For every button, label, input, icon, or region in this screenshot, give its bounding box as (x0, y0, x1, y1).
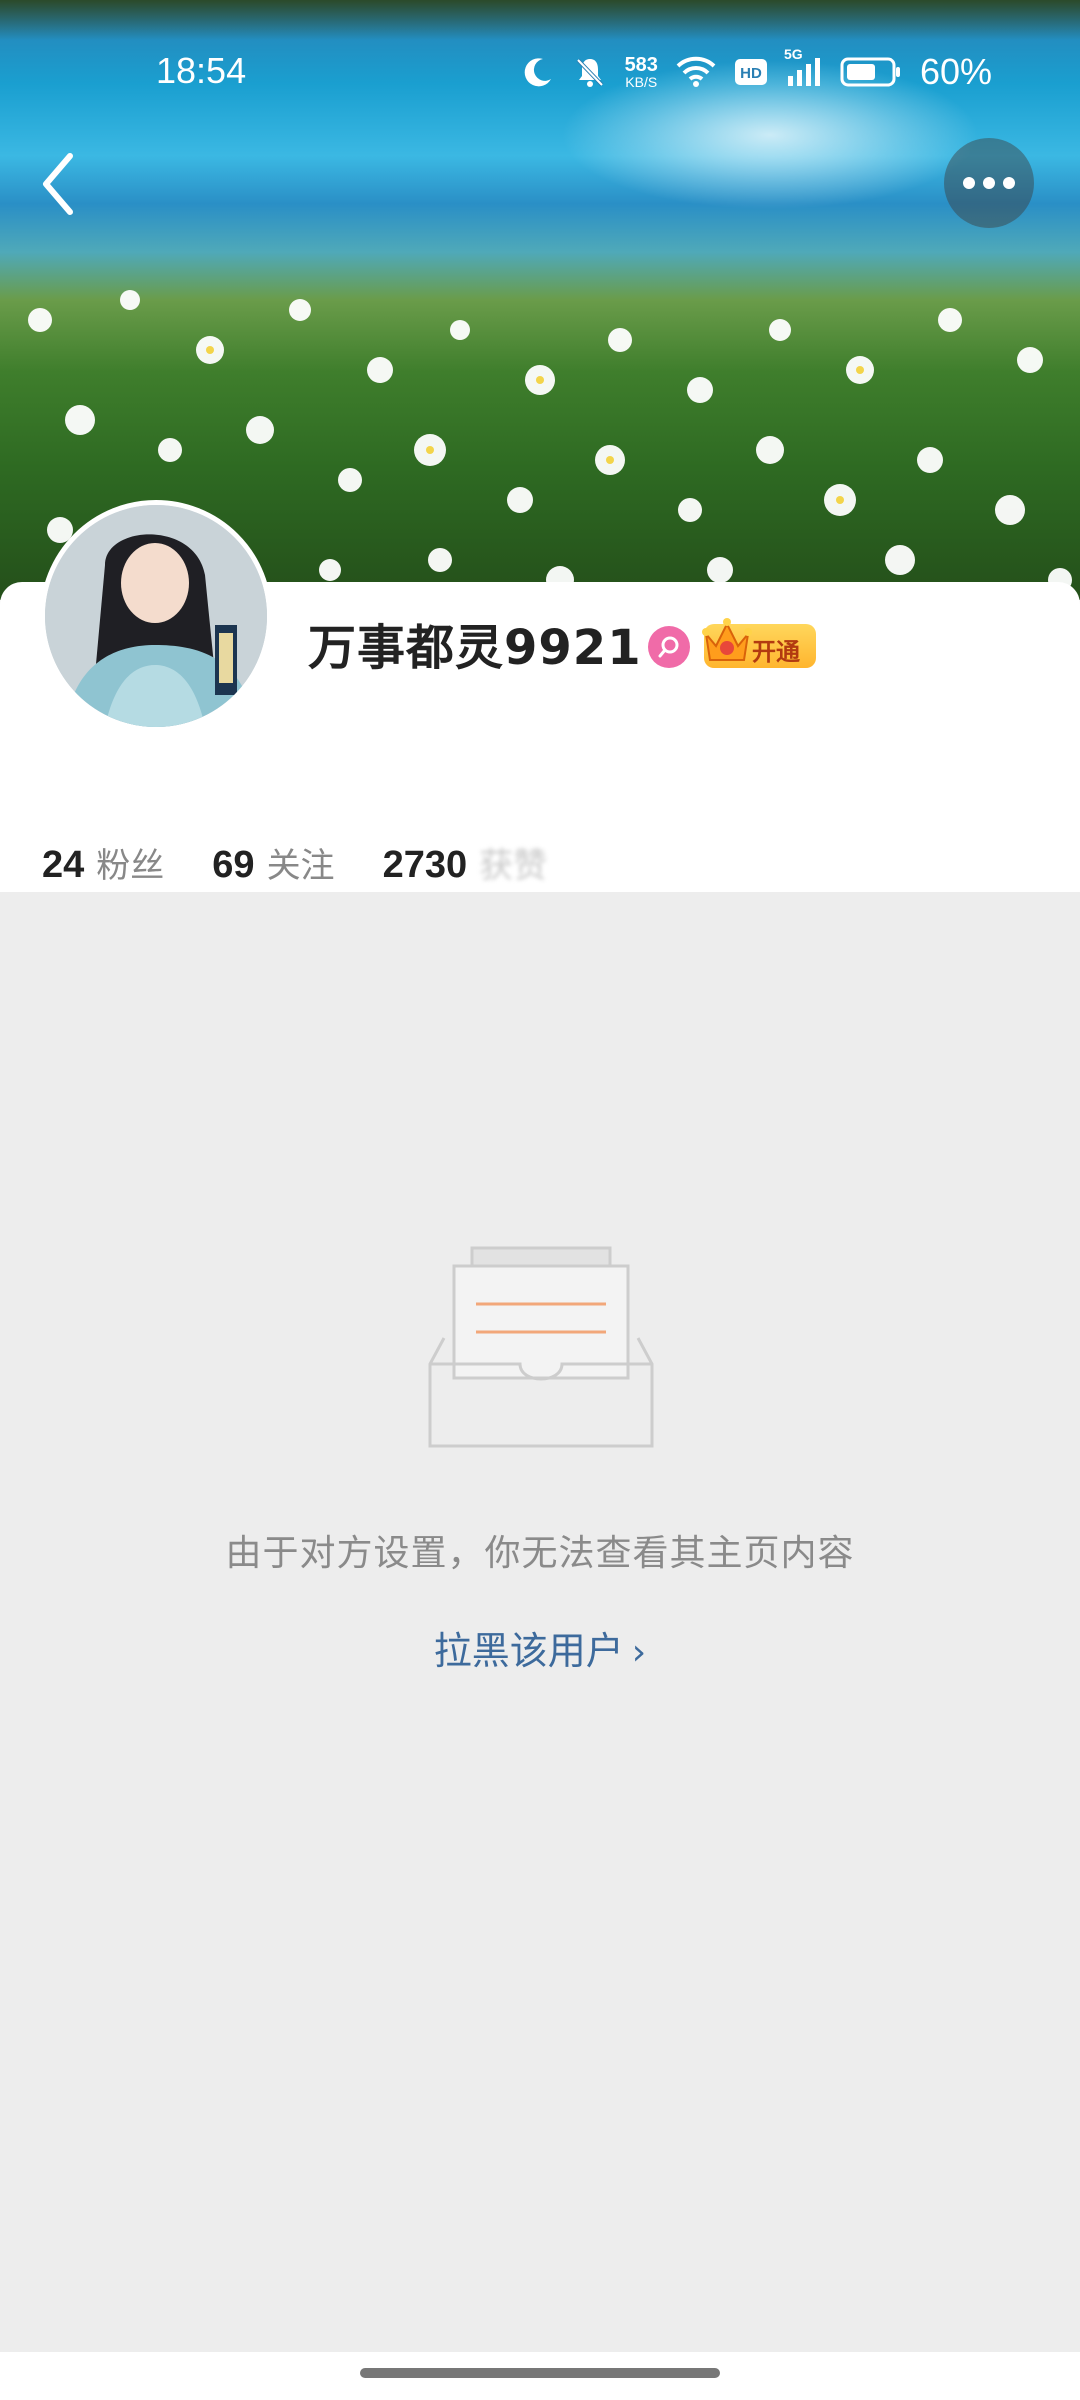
status-bar: 18:54 583 KB/S HD 5G 60% (0, 40, 1080, 104)
network-label: 5G (783, 46, 803, 62)
female-gender-icon (648, 626, 690, 668)
status-icons: 583 KB/S HD 5G 60% (521, 46, 992, 96)
vip-open-button[interactable]: 开通 (702, 618, 816, 668)
profile-stats: 24 粉丝 69 关注 2730 获赞 (42, 838, 595, 888)
wifi-icon (676, 56, 716, 88)
cover-treeline (0, 0, 1080, 40)
moon-icon (521, 55, 555, 89)
block-user-label: 拉黑该用户 (433, 1629, 624, 1673)
signal-icon: 5G (784, 46, 822, 88)
battery-percent: 60% (919, 51, 992, 92)
private-profile-message: 由于对方设置，你无法查看其主页内容 (225, 1533, 855, 1574)
svg-text:HD: HD (740, 65, 762, 82)
empty-box-icon (428, 1246, 654, 1448)
net-speed: 583 KB/S (625, 55, 658, 89)
net-speed-unit: KB/S (625, 74, 658, 90)
back-button[interactable] (26, 142, 90, 226)
stat-label: 关注 (266, 846, 335, 886)
stat-following[interactable]: 69 关注 (212, 838, 334, 887)
more-button[interactable] (944, 138, 1034, 228)
stat-likes[interactable]: 2730 获赞 (383, 838, 548, 887)
stat-label: 获赞 (479, 846, 548, 886)
hd-icon: HD (734, 58, 768, 86)
status-time: 18:54 (156, 50, 247, 91)
stat-followers[interactable]: 24 粉丝 (42, 838, 164, 887)
bell-off-icon (573, 55, 607, 89)
nickname: 万事都灵9921 (308, 620, 642, 676)
stat-label: 粉丝 (96, 846, 165, 886)
chevron-right-icon: › (631, 1632, 647, 1673)
block-user-link[interactable]: 拉黑该用户 › (0, 1620, 1080, 1675)
more-dots-icon (963, 177, 1015, 189)
avatar[interactable] (40, 500, 272, 732)
stat-value: 69 (212, 844, 255, 886)
net-speed-value: 583 (624, 54, 658, 76)
chevron-left-icon (43, 153, 73, 215)
battery-icon (840, 56, 902, 88)
vip-label: 开通 (752, 638, 800, 666)
avatar-image (45, 505, 267, 727)
home-indicator[interactable] (360, 2368, 720, 2378)
stat-value: 24 (42, 844, 85, 886)
stat-value: 2730 (382, 844, 468, 886)
crown-icon (702, 618, 752, 661)
